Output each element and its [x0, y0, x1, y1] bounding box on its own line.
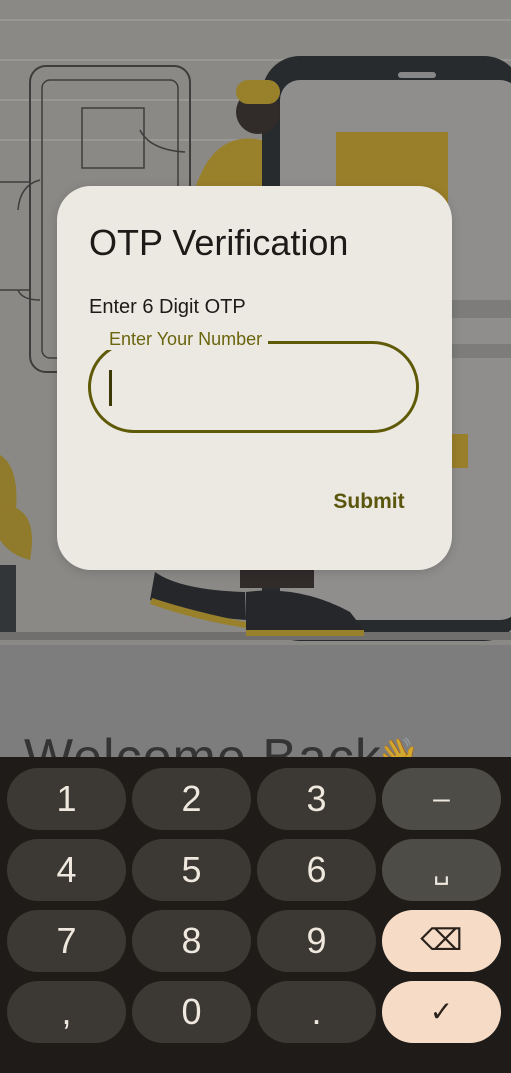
otp-input-field[interactable]: Enter Your Number — [88, 329, 419, 433]
key-1[interactable]: 1 — [7, 768, 126, 830]
key-5[interactable]: 5 — [132, 839, 251, 901]
otp-dialog: OTP Verification Enter 6 Digit OTP Enter… — [57, 186, 452, 570]
otp-field-label: Enter Your Number — [103, 329, 269, 350]
done-check-key-icon[interactable]: ✓ — [382, 981, 501, 1043]
key-7[interactable]: 7 — [7, 910, 126, 972]
submit-button[interactable]: Submit — [319, 485, 419, 519]
dialog-title: OTP Verification — [89, 222, 349, 263]
numeric-keyboard: 1 2 3 – 4 5 6 ␣ 7 8 9 ⌫ , 0 . ✓ — [0, 757, 511, 1073]
key-2[interactable]: 2 — [132, 768, 251, 830]
key-minus[interactable]: – — [382, 768, 501, 830]
key-0[interactable]: 0 — [132, 981, 251, 1043]
text-cursor — [109, 370, 112, 406]
key-comma[interactable]: , — [7, 981, 126, 1043]
key-8[interactable]: 8 — [132, 910, 251, 972]
otp-instruction: Enter 6 Digit OTP — [89, 296, 246, 318]
key-3[interactable]: 3 — [257, 768, 376, 830]
backspace-key-icon[interactable]: ⌫ — [382, 910, 501, 972]
key-period[interactable]: . — [257, 981, 376, 1043]
key-6[interactable]: 6 — [257, 839, 376, 901]
key-9[interactable]: 9 — [257, 910, 376, 972]
space-key-icon[interactable]: ␣ — [382, 839, 501, 901]
key-4[interactable]: 4 — [7, 839, 126, 901]
